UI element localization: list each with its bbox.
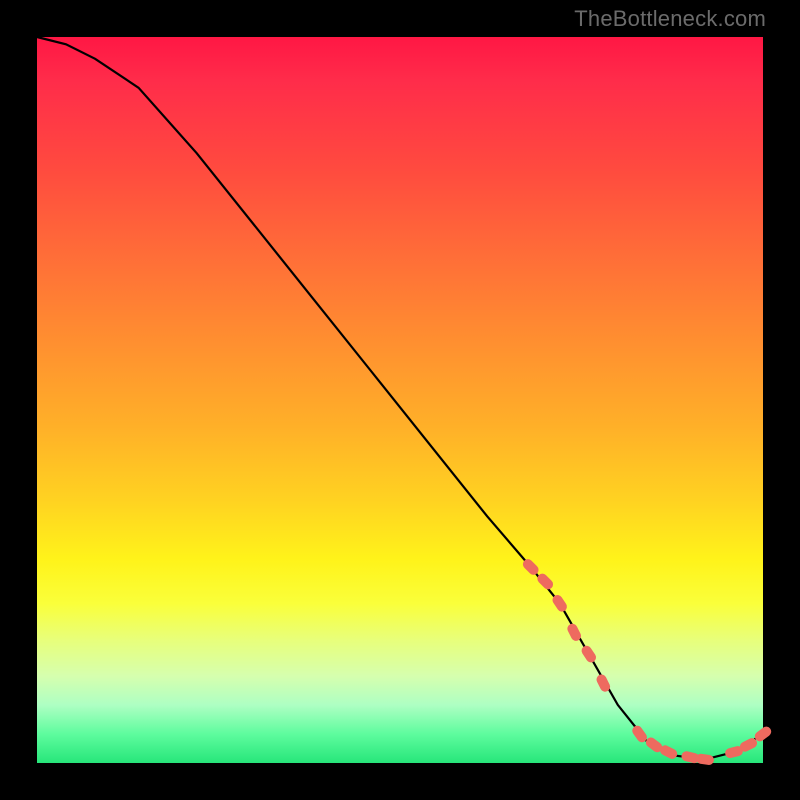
marker-point bbox=[580, 644, 598, 665]
marker-point bbox=[535, 572, 555, 592]
watermark-text: TheBottleneck.com bbox=[574, 6, 766, 32]
curve-line bbox=[37, 37, 763, 759]
marker-point bbox=[695, 753, 714, 766]
marker-group bbox=[521, 557, 773, 766]
chart-svg bbox=[37, 37, 763, 763]
chart-frame: TheBottleneck.com bbox=[0, 0, 800, 800]
plot-area bbox=[37, 37, 763, 763]
